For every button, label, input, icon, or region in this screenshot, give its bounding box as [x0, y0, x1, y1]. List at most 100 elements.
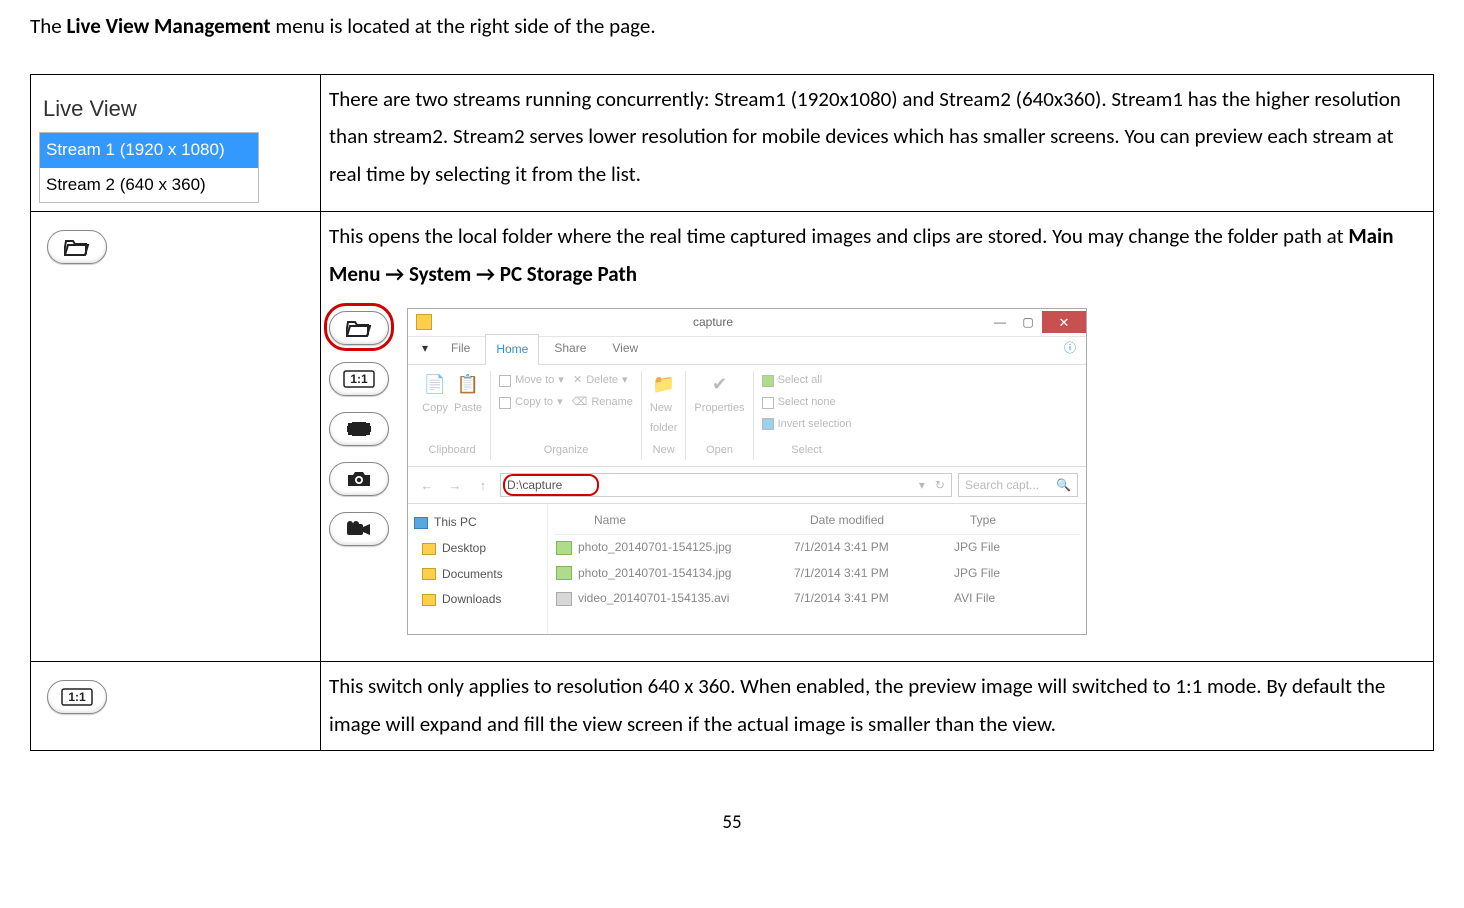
folder-icon	[422, 543, 436, 555]
one-to-one-button[interactable]: 1:1	[329, 362, 389, 396]
tab-file[interactable]: File	[440, 333, 481, 364]
video-camera-icon	[344, 519, 374, 539]
file-row[interactable]: photo_20140701-154134.jpg 7/1/2014 3:41 …	[554, 561, 1080, 587]
fullscreen-button[interactable]	[329, 412, 389, 446]
record-button[interactable]	[329, 512, 389, 546]
ribbon-select-none[interactable]: Select none	[762, 393, 852, 413]
copy-icon: 📄	[422, 371, 448, 397]
explorer-tree: This PC Desktop Documents Downloads	[408, 504, 548, 634]
stream-option-1[interactable]: Stream 1 (1920 x 1080)	[40, 133, 258, 168]
row3-cell-desc: This switch only applies to resolution 6…	[321, 662, 1434, 751]
folder-open-icon	[64, 237, 90, 257]
row1-desc-text: There are two streams running concurrent…	[329, 86, 1401, 188]
camera-icon	[345, 469, 373, 489]
nav-back-icon[interactable]: ←	[416, 474, 438, 496]
address-bar[interactable]: D:\capture ▾ ↻	[500, 473, 952, 497]
row3-desc-text: This switch only applies to resolution 6…	[329, 673, 1385, 737]
ribbon-move-to[interactable]: Move to ▾ ✕ Delete ▾	[499, 371, 633, 391]
live-view-label: Live View	[35, 83, 316, 133]
ribbon-group-select: Select	[791, 441, 822, 461]
svg-text:1:1: 1:1	[68, 690, 86, 704]
one-to-one-icon: 1:1	[342, 369, 376, 389]
one-to-one-button[interactable]: 1:1	[47, 680, 107, 714]
ribbon-group-organize: Organize	[544, 441, 589, 461]
row2-cell-desc: This opens the local folder where the re…	[321, 212, 1434, 662]
row2-desc-text: This opens the local folder where the re…	[329, 218, 1425, 294]
file-row[interactable]: photo_20140701-154125.jpg 7/1/2014 3:41 …	[554, 535, 1080, 561]
new-folder-icon: 📁	[651, 371, 677, 397]
intro-paragraph: The Live View Management menu is located…	[30, 10, 1434, 44]
ribbon-invert[interactable]: Invert selection	[762, 415, 852, 435]
row2-arrow-1: →	[380, 261, 409, 287]
intro-bold: Live View Management	[66, 13, 270, 39]
ribbon-properties[interactable]: ✔Properties	[694, 371, 744, 419]
folder-icon	[422, 594, 436, 606]
quick-access-icon[interactable]: ▾	[414, 334, 436, 364]
svg-text:1:1: 1:1	[350, 372, 368, 386]
row3-cell-image: 1:1	[31, 662, 321, 751]
button-stack: 1:1	[329, 308, 389, 546]
tab-share[interactable]: Share	[543, 333, 597, 364]
ribbon-group-open: Open	[706, 441, 733, 461]
close-button[interactable]: ✕	[1042, 311, 1086, 333]
explorer-ribbon-tabs: ▾ File Home Share View ⓘ	[408, 337, 1086, 365]
video-file-icon	[556, 592, 572, 606]
search-box[interactable]: Search capt... 🔍	[958, 473, 1078, 497]
tree-this-pc[interactable]: This PC	[414, 510, 541, 536]
windows-explorer-screenshot: capture — ▢ ✕ ▾ File Home Share View ⓘ	[407, 308, 1087, 635]
col-name-header[interactable]: Name	[570, 510, 810, 532]
ribbon-group-new: New	[653, 441, 675, 461]
nav-up-icon[interactable]: ↑	[472, 474, 494, 496]
ribbon-select-all[interactable]: Select all	[762, 371, 852, 391]
folder-icon	[416, 314, 432, 330]
col-type-header[interactable]: Type	[970, 510, 996, 532]
open-folder-button[interactable]	[47, 230, 107, 264]
row2-cell-image	[31, 212, 321, 662]
row1-cell-image: Live View Stream 1 (1920 x 1080) Stream …	[31, 74, 321, 212]
intro-prefix: The	[30, 13, 66, 39]
fullscreen-icon	[344, 419, 374, 439]
tree-desktop[interactable]: Desktop	[414, 536, 541, 562]
tree-documents[interactable]: Documents	[414, 562, 541, 588]
feature-table: Live View Stream 1 (1920 x 1080) Stream …	[30, 74, 1434, 751]
folder-open-icon	[346, 318, 372, 338]
nav-fwd-icon[interactable]: →	[444, 474, 466, 496]
page-number: 55	[30, 811, 1434, 834]
row2-arrow-2: →	[471, 261, 500, 287]
explorer-nav-bar: ← → ↑ D:\capture ▾ ↻ Search capt... 🔍	[408, 467, 1086, 504]
minimize-button[interactable]: —	[986, 311, 1014, 333]
row2-bold-system: System	[409, 261, 471, 287]
intro-suffix: menu is located at the right side of the…	[271, 13, 656, 39]
open-folder-button-highlighted[interactable]	[329, 311, 389, 345]
file-list-header: Name Date modified Type	[554, 508, 1080, 535]
ribbon-paste[interactable]: 📋Paste	[454, 371, 482, 419]
col-date-header[interactable]: Date modified	[810, 510, 970, 532]
paste-icon: 📋	[455, 371, 481, 397]
row1-cell-desc: There are two streams running concurrent…	[321, 74, 1434, 212]
one-to-one-icon: 1:1	[60, 687, 94, 707]
explorer-ribbon: 📄Copy 📋Paste Clipboard Move to ▾ ✕ Delet…	[408, 365, 1086, 467]
help-icon[interactable]: ⓘ	[1054, 334, 1086, 364]
address-highlight	[503, 474, 599, 496]
maximize-button[interactable]: ▢	[1014, 311, 1042, 333]
tab-view[interactable]: View	[601, 333, 649, 364]
explorer-file-list: Name Date modified Type photo_20140701-1…	[548, 504, 1086, 634]
search-placeholder: Search capt...	[965, 475, 1039, 497]
ribbon-copy-to[interactable]: Copy to ▾ ⌫ Rename	[499, 393, 633, 413]
pc-icon	[414, 517, 428, 529]
row2-prefix: This opens the local folder where the re…	[329, 223, 1348, 249]
ribbon-new-folder[interactable]: 📁New folder	[650, 371, 678, 439]
row2-bold-pcstorage: PC Storage Path	[500, 261, 637, 287]
ribbon-group-clipboard: Clipboard	[429, 441, 476, 461]
tab-home[interactable]: Home	[485, 334, 539, 365]
tree-downloads[interactable]: Downloads	[414, 587, 541, 613]
file-row[interactable]: video_20140701-154135.avi 7/1/2014 3:41 …	[554, 586, 1080, 612]
explorer-titlebar: capture — ▢ ✕	[408, 309, 1086, 337]
stream-list[interactable]: Stream 1 (1920 x 1080) Stream 2 (640 x 3…	[39, 132, 259, 203]
search-icon: 🔍	[1056, 475, 1071, 497]
snapshot-button[interactable]	[329, 462, 389, 496]
ribbon-copy[interactable]: 📄Copy	[422, 371, 448, 419]
image-file-icon	[556, 566, 572, 580]
explorer-title: capture	[440, 312, 986, 334]
stream-option-2[interactable]: Stream 2 (640 x 360)	[40, 168, 258, 203]
